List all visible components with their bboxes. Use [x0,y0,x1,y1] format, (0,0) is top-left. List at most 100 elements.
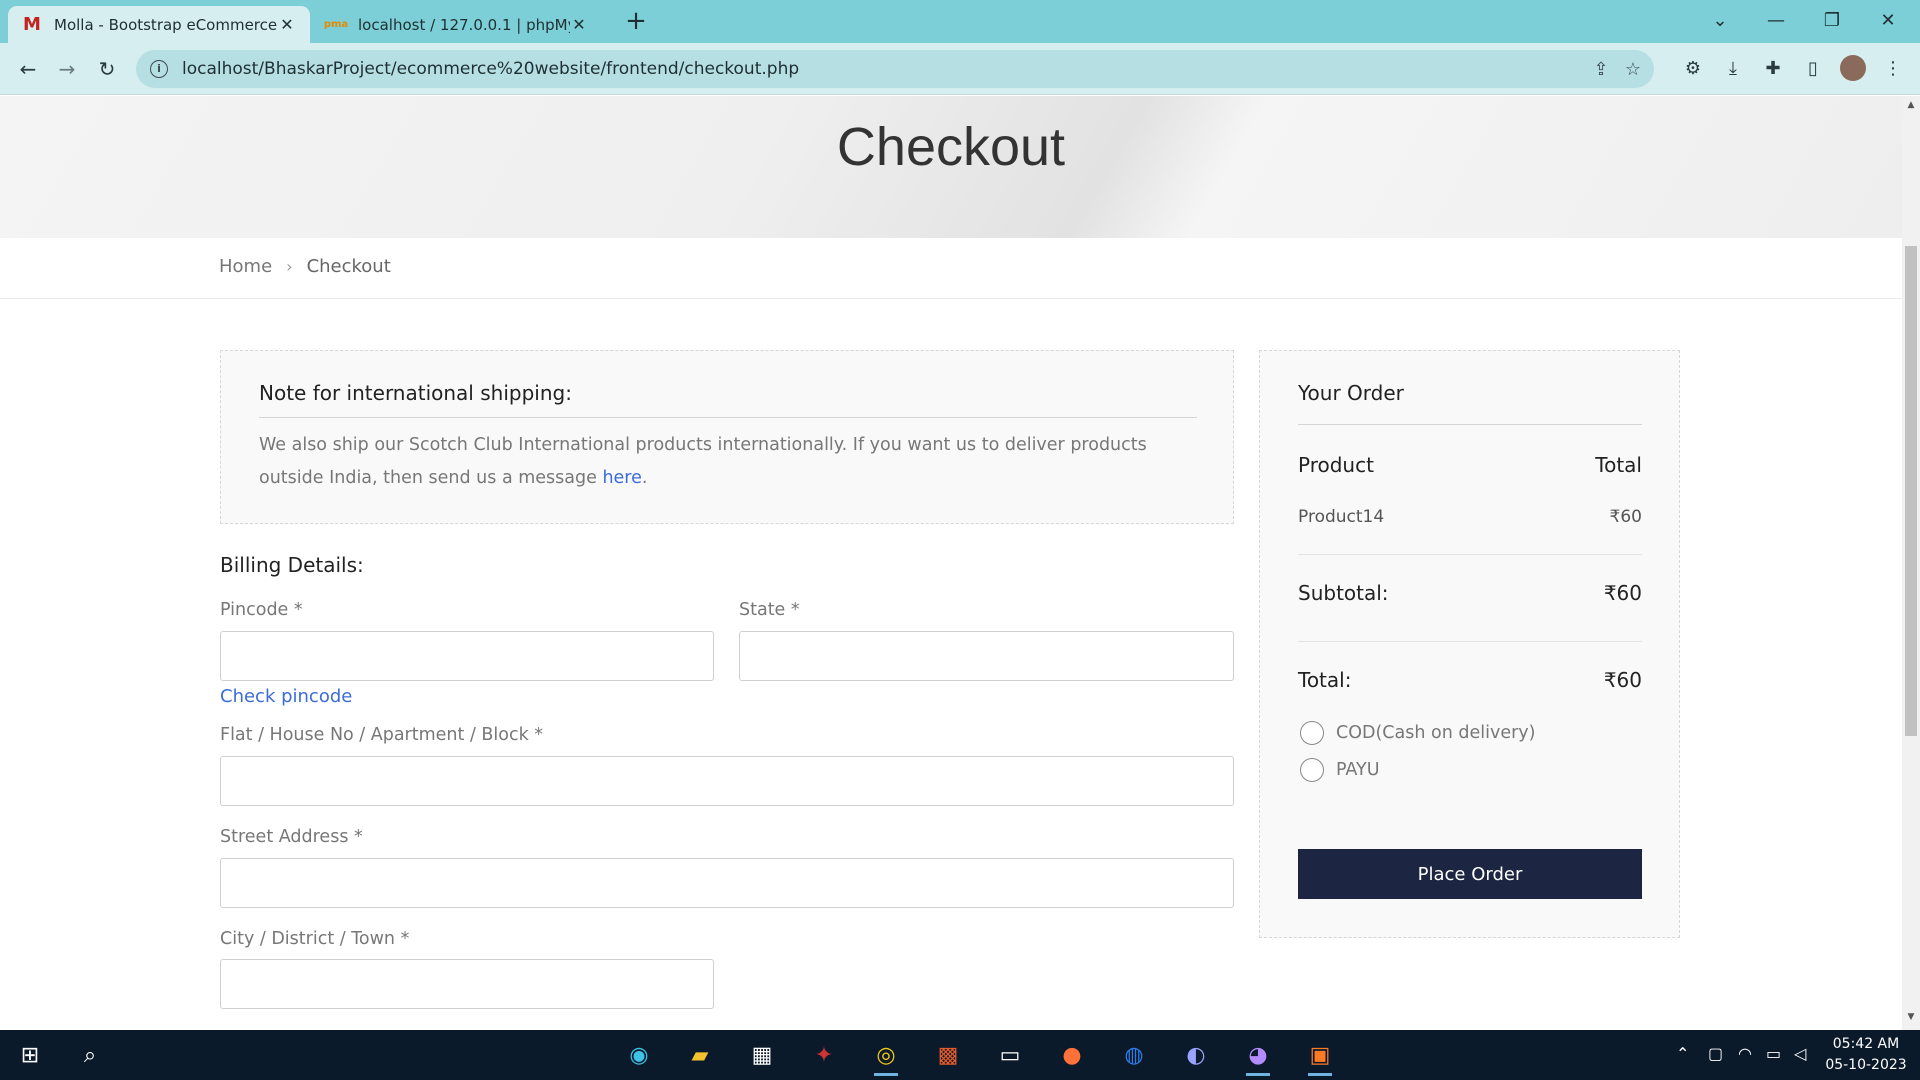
tab-strip: M Molla - Bootstrap eCommerce Te ✕ pma l… [0,0,1920,43]
puzzle-icon[interactable]: ✚ [1760,55,1786,81]
state-label: State * [739,600,800,620]
clock-time: 05:42 AM [1832,1036,1900,1052]
page-header: Checkout [0,96,1902,238]
share-icon[interactable]: ⇪ [1590,59,1612,81]
state-input[interactable] [739,631,1234,681]
check-pincode-link[interactable]: Check pincode [220,686,352,707]
extension-icon[interactable]: ⚙ [1680,55,1706,81]
eclipse-icon[interactable]: ◐ [1176,1037,1216,1073]
divider [0,298,1902,299]
taskbar: ⊞ ⌕ ◉ ▰ ▦ ✦ ◎ ▩ ▭ ● ◍ ◐ ◕ ▣ ⌃ ▢ ◠ ▭ ◁ 05… [0,1030,1920,1080]
subtotal-row: Subtotal: ₹60 [1298,581,1642,605]
flat-label: Flat / House No / Apartment / Block * [220,725,544,745]
street-input[interactable] [220,858,1234,908]
divider [1298,424,1642,425]
order-summary: Your Order Product Total Product14 ₹60 S… [1259,350,1680,938]
menu-icon[interactable]: ⋮ [1880,55,1906,81]
subtotal-label: Subtotal: [1298,581,1389,605]
chevron-up-icon[interactable]: ⌃ [1676,1044,1689,1063]
divider [1298,554,1642,555]
note-text: We also ship our Scotch Club Internation… [259,429,1189,495]
close-icon[interactable]: ✕ [570,15,588,34]
restore-button[interactable]: ❐ [1804,0,1860,40]
tab-title: Molla - Bootstrap eCommerce Te [54,15,278,34]
total-row: Total: ₹60 [1298,668,1642,692]
note-body: We also ship our Scotch Club Internation… [259,435,1147,488]
page-viewport: Checkout Home › Checkout Note for intern… [0,96,1902,1030]
word-icon[interactable]: ◍ [1114,1037,1154,1073]
terminal-icon[interactable]: ▭ [990,1037,1030,1073]
pincode-label: Pincode * [220,600,303,620]
tab-phpmyadmin[interactable]: pma localhost / 127.0.0.1 | phpMyAdmin ✕ [312,6,602,43]
minimize-button[interactable]: — [1748,0,1804,40]
new-tab-button[interactable]: + [620,6,652,36]
payment-option-cod[interactable]: COD(Cash on delivery) [1300,721,1535,745]
breadcrumb-home[interactable]: Home [219,256,272,277]
download-icon[interactable]: ⤓ [1720,55,1746,81]
battery-icon[interactable]: ▭ [1766,1044,1781,1063]
wifi-icon[interactable]: ◠ [1738,1044,1752,1063]
note-end: . [641,468,648,488]
breadcrumb: Home › Checkout [219,256,391,277]
divider [1298,641,1642,642]
phpmyadmin-icon: pma [323,19,349,30]
windows-start-icon[interactable]: ⊞ [10,1037,50,1073]
meet-icon[interactable]: ▢ [1708,1044,1723,1063]
url-text: localhost/BhaskarProject/ecommerce%20web… [182,59,800,79]
total-label: Total: [1298,668,1352,692]
tab-title: localhost / 127.0.0.1 | phpMyAdmin [358,15,570,34]
browser-toolbar: ← → ↻ i localhost/BhaskarProject/ecommer… [0,43,1920,95]
close-window-button[interactable]: ✕ [1860,0,1916,40]
system-clock[interactable]: 05:42 AM 05-10-2023 [1820,1034,1912,1076]
forward-button[interactable]: → [49,51,85,87]
close-icon[interactable]: ✕ [278,15,296,34]
subtotal-value: ₹60 [1603,581,1642,605]
xampp-icon[interactable]: ▣ [1300,1037,1340,1076]
scrollbar-thumb[interactable] [1905,246,1917,736]
payment-label: PAYU [1336,760,1380,780]
page-title: Checkout [836,117,1066,177]
column-product: Product [1298,453,1374,477]
radio-button[interactable] [1300,721,1324,745]
scrollbar[interactable]: ▲ ▼ [1902,96,1920,1030]
item-name: Product14 [1298,507,1385,527]
city-label: City / District / Town * [220,929,410,949]
flat-input[interactable] [220,756,1234,806]
tab-molla[interactable]: M Molla - Bootstrap eCommerce Te ✕ [8,6,310,43]
street-label: Street Address * [220,827,363,847]
pincode-input[interactable] [220,631,714,681]
tab-search-button[interactable]: ⌄ [1692,0,1748,40]
billing-title: Billing Details: [220,553,364,577]
info-icon[interactable]: i [150,60,168,78]
avatar[interactable] [1840,55,1866,81]
message-link[interactable]: here [602,468,641,488]
firefox-icon[interactable]: ● [1052,1037,1092,1073]
reload-button[interactable]: ↻ [89,51,125,87]
search-icon[interactable]: ⌕ [70,1037,110,1073]
address-bar[interactable]: i localhost/BhaskarProject/ecommerce%20w… [136,50,1654,88]
predator-icon[interactable]: ✦ [804,1037,844,1073]
scroll-up-icon[interactable]: ▲ [1902,100,1920,116]
store-icon[interactable]: ▦ [742,1037,782,1073]
edge-icon[interactable]: ◉ [619,1037,659,1073]
radio-button[interactable] [1300,758,1324,782]
file-explorer-icon[interactable]: ▰ [680,1037,720,1073]
volume-icon[interactable]: ◁ [1794,1044,1806,1063]
chevron-right-icon: › [286,257,293,276]
city-input[interactable] [220,959,714,1009]
column-total: Total [1595,453,1642,477]
place-order-button[interactable]: Place Order [1298,849,1642,899]
star-icon[interactable]: ☆ [1622,59,1644,81]
note-heading: Note for international shipping: [259,381,572,405]
side-panel-icon[interactable]: ▯ [1800,55,1826,81]
back-button[interactable]: ← [10,51,46,87]
shipping-note: Note for international shipping: We also… [220,350,1234,524]
order-header-row: Product Total [1298,453,1642,477]
scroll-down-icon[interactable]: ▼ [1902,1012,1920,1028]
office-icon[interactable]: ▩ [928,1037,968,1073]
payment-option-payu[interactable]: PAYU [1300,758,1380,782]
github-icon[interactable]: ◕ [1238,1037,1278,1076]
order-item-row: Product14 ₹60 [1298,507,1642,527]
chrome-icon[interactable]: ◎ [866,1037,906,1076]
total-value: ₹60 [1603,668,1642,692]
